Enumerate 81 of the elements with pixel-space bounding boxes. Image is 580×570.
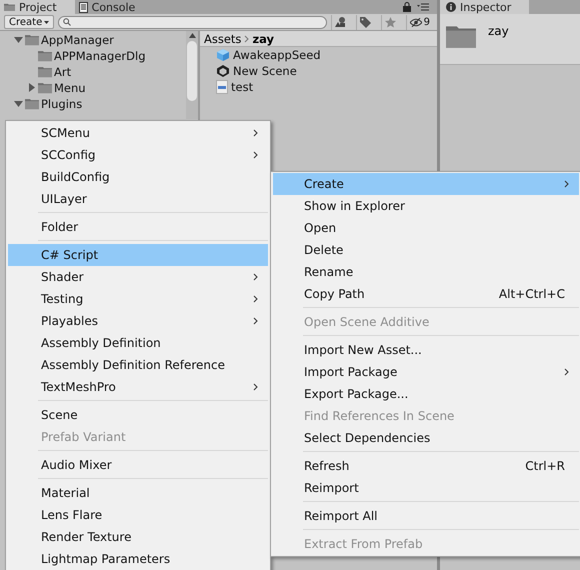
chevron-right-icon — [244, 34, 250, 42]
chevron-right-icon — [253, 317, 258, 325]
tab[interactable]: Project — [0, 0, 75, 14]
caret-icon — [44, 20, 50, 24]
tab[interactable]: Inspector — [440, 0, 530, 14]
context-option[interactable]: Create — [273, 173, 579, 195]
context-option[interactable]: Export Package... — [273, 383, 579, 405]
context-option[interactable]: Testing — [8, 288, 268, 310]
tag-icon — [360, 16, 371, 28]
shapes-icon — [334, 17, 346, 27]
context-option[interactable]: Playables — [8, 310, 268, 332]
create-button[interactable]: Create — [4, 15, 54, 29]
context-option[interactable]: BuildConfig — [8, 166, 268, 188]
folder-icon — [25, 34, 39, 46]
context-option[interactable]: Lightmap Parameters — [8, 548, 268, 570]
context-option[interactable]: UILayer — [8, 188, 268, 210]
search-field[interactable] — [58, 16, 327, 28]
folder-icon — [25, 98, 39, 110]
chevron-right-icon — [253, 383, 258, 391]
context-option[interactable]: Delete — [273, 239, 579, 261]
scrollbar-thumb[interactable] — [187, 41, 197, 101]
chevron-right-icon — [564, 180, 569, 188]
scrollbar[interactable] — [186, 31, 198, 119]
unity-logo-icon — [216, 64, 230, 78]
context-option[interactable]: Import New Asset... — [273, 339, 579, 361]
chevron-right-icon — [253, 273, 258, 281]
folder-icon — [38, 82, 52, 94]
breadcrumb-item[interactable]: zay — [252, 32, 274, 46]
folder-icon — [38, 50, 52, 62]
context-option[interactable]: Lens Flare — [8, 504, 268, 526]
chevron-right-icon — [564, 368, 569, 376]
context-option[interactable]: Import Package — [273, 361, 579, 383]
file-name[interactable]: AwakeappSeed — [233, 48, 321, 62]
context-option[interactable]: Open — [273, 217, 579, 239]
menu-icon[interactable] — [417, 3, 429, 11]
context-option[interactable]: Reimport — [273, 477, 579, 499]
asset-name: zay — [488, 24, 509, 38]
star-icon — [384, 16, 396, 28]
context-option[interactable]: SCMenu — [8, 122, 268, 144]
up-arrow-icon[interactable] — [188, 33, 196, 38]
context-option[interactable]: Shader — [8, 266, 268, 288]
chevron-right-icon — [253, 295, 258, 303]
console-icon — [78, 2, 88, 12]
chevron-right-icon — [253, 129, 258, 137]
context-option[interactable]: SCConfig — [8, 144, 268, 166]
expanded-arrow-icon[interactable] — [14, 35, 23, 44]
context-option[interactable]: Reimport All — [273, 505, 579, 527]
info-icon — [446, 2, 456, 12]
chevron-right-icon — [253, 151, 258, 159]
context-option[interactable]: Rename — [273, 261, 579, 283]
search-icon — [63, 18, 72, 26]
context-option[interactable]: Copy Path Alt+Ctrl+C — [273, 283, 579, 305]
lock-icon[interactable] — [403, 2, 411, 12]
cube-icon — [216, 48, 230, 62]
folder-icon — [38, 66, 52, 78]
context-option[interactable]: Audio Mixer — [8, 454, 268, 476]
folder-icon — [446, 24, 476, 48]
context-option[interactable]: Show in Explorer — [273, 195, 579, 217]
folder-icon — [4, 2, 15, 12]
script-file-icon — [216, 80, 228, 94]
context-option[interactable]: Assembly Definition Reference — [8, 354, 268, 376]
context-option[interactable]: Material — [8, 482, 268, 504]
file-name[interactable]: test — [231, 80, 254, 94]
context-option[interactable]: Refresh Ctrl+R — [273, 455, 579, 477]
file-name[interactable]: New Scene — [233, 64, 297, 78]
tree-item[interactable]: Menu — [54, 81, 86, 95]
tree-item[interactable]: Plugins — [41, 97, 82, 111]
context-option[interactable]: Select Dependencies — [273, 427, 579, 449]
context-option[interactable]: Assembly Definition — [8, 332, 268, 354]
context-option[interactable]: Scene — [8, 404, 268, 426]
tree-item[interactable]: Art — [54, 65, 72, 79]
context-option[interactable]: C# Script — [8, 244, 268, 266]
tree-item[interactable]: APPManagerDlg — [54, 49, 146, 63]
context-option[interactable]: Folder — [8, 216, 268, 238]
tree-item[interactable]: AppManager — [41, 33, 114, 47]
expanded-arrow-icon[interactable] — [14, 99, 23, 108]
eye-slash-icon — [410, 18, 422, 26]
breadcrumb-item[interactable]: Assets — [204, 32, 242, 46]
context-option[interactable]: TextMeshPro — [8, 376, 268, 398]
collapsed-arrow-icon[interactable] — [27, 83, 36, 92]
context-option[interactable]: Render Texture — [8, 526, 268, 548]
